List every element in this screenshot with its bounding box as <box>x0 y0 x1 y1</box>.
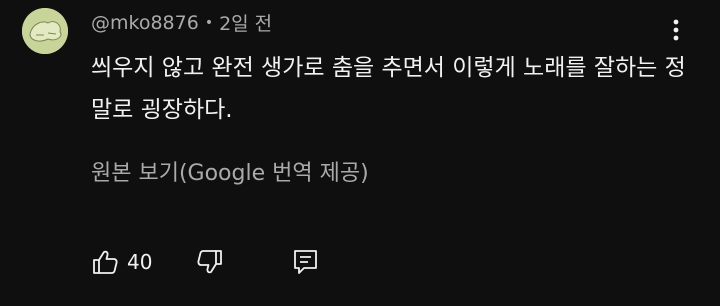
comment-text: 씌우지 않고 완전 생가로 춤을 추면서 이렇게 노래를 잘하는 정말로 굉장하… <box>91 55 686 123</box>
comment-header: @mko8876 • 2일 전 <box>91 9 272 36</box>
view-original-link[interactable]: 원본 보기(Google 번역 제공) <box>91 155 369 187</box>
author-name[interactable]: @mko8876 <box>91 12 199 34</box>
reply-comment-icon <box>294 250 318 274</box>
more-actions-button[interactable] <box>664 16 688 44</box>
like-count: 40 <box>127 250 153 274</box>
thumbs-down-icon <box>197 250 223 274</box>
kebab-menu-icon <box>673 19 679 41</box>
avatar[interactable] <box>22 8 68 54</box>
comment-time[interactable]: 2일 전 <box>219 9 272 36</box>
comment-actions: 40 <box>91 244 320 280</box>
comment-item: @mko8876 • 2일 전 씌우지 않고 완전 생가로 춤을 추면서 이렇게… <box>0 0 720 306</box>
separator-dot: • <box>204 14 214 31</box>
dislike-button[interactable] <box>196 248 224 276</box>
thumbs-up-icon <box>91 248 119 276</box>
avatar-image <box>22 8 68 54</box>
reply-button[interactable] <box>292 248 320 276</box>
like-button[interactable]: 40 <box>91 248 152 276</box>
